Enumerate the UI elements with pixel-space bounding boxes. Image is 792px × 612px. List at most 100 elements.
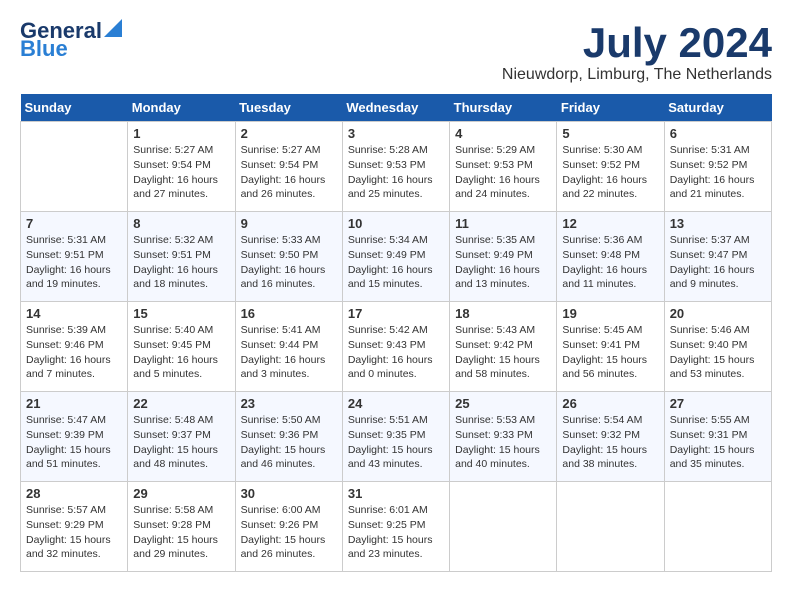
cell-text: Sunrise: 5:54 AMSunset: 9:32 PMDaylight:…	[562, 413, 658, 472]
header-friday: Friday	[557, 94, 664, 122]
page-header: General Blue July 2024 Nieuwdorp, Limbur…	[20, 20, 772, 84]
cell-text: Sunrise: 5:48 AMSunset: 9:37 PMDaylight:…	[133, 413, 229, 472]
day-number: 5	[562, 126, 658, 141]
calendar-cell: 23 Sunrise: 5:50 AMSunset: 9:36 PMDayligh…	[235, 392, 342, 482]
week-row-2: 7 Sunrise: 5:31 AMSunset: 9:51 PMDaylight…	[21, 212, 772, 302]
cell-text: Sunrise: 5:35 AMSunset: 9:49 PMDaylight:…	[455, 233, 551, 292]
cell-text: Sunrise: 5:50 AMSunset: 9:36 PMDaylight:…	[241, 413, 337, 472]
calendar-cell: 16 Sunrise: 5:41 AMSunset: 9:44 PMDayligh…	[235, 302, 342, 392]
calendar-cell: 3 Sunrise: 5:28 AMSunset: 9:53 PMDaylight…	[342, 122, 449, 212]
calendar-cell: 18 Sunrise: 5:43 AMSunset: 9:42 PMDayligh…	[450, 302, 557, 392]
cell-text: Sunrise: 5:57 AMSunset: 9:29 PMDaylight:…	[26, 503, 122, 562]
cell-text: Sunrise: 5:37 AMSunset: 9:47 PMDaylight:…	[670, 233, 766, 292]
header-monday: Monday	[128, 94, 235, 122]
calendar-cell: 10 Sunrise: 5:34 AMSunset: 9:49 PMDayligh…	[342, 212, 449, 302]
calendar-cell: 24Sunrise: 5:51 AMSunset: 9:35 PMDayligh…	[342, 392, 449, 482]
calendar-cell: 1Sunrise: 5:27 AMSunset: 9:54 PMDaylight…	[128, 122, 235, 212]
calendar-cell: 4Sunrise: 5:29 AMSunset: 9:53 PMDaylight…	[450, 122, 557, 212]
calendar-cell: 11 Sunrise: 5:35 AMSunset: 9:49 PMDayligh…	[450, 212, 557, 302]
location-title: Nieuwdorp, Limburg, The Netherlands	[502, 66, 772, 84]
day-number: 30	[241, 486, 337, 501]
day-number: 14	[26, 306, 122, 321]
cell-text: Sunrise: 5:53 AMSunset: 9:33 PMDaylight:…	[455, 413, 551, 472]
cell-text: Sunrise: 5:34 AMSunset: 9:49 PMDaylight:…	[348, 233, 444, 292]
calendar-cell: 2 Sunrise: 5:27 AMSunset: 9:54 PMDaylight…	[235, 122, 342, 212]
calendar-cell: 14Sunrise: 5:39 AMSunset: 9:46 PMDayligh…	[21, 302, 128, 392]
day-number: 25	[455, 396, 551, 411]
calendar-cell	[664, 482, 771, 572]
cell-text: Sunrise: 6:01 AMSunset: 9:25 PMDaylight:…	[348, 503, 444, 562]
cell-text: Sunrise: 5:31 AMSunset: 9:51 PMDaylight:…	[26, 233, 122, 292]
calendar-cell: 12 Sunrise: 5:36 AMSunset: 9:48 PMDayligh…	[557, 212, 664, 302]
week-row-5: 28 Sunrise: 5:57 AMSunset: 9:29 PMDayligh…	[21, 482, 772, 572]
cell-text: Sunrise: 5:58 AMSunset: 9:28 PMDaylight:…	[133, 503, 229, 562]
day-number: 31	[348, 486, 444, 501]
cell-text: Sunrise: 5:40 AMSunset: 9:45 PMDaylight:…	[133, 323, 229, 382]
calendar-cell: 7 Sunrise: 5:31 AMSunset: 9:51 PMDaylight…	[21, 212, 128, 302]
cell-text: Sunrise: 5:28 AMSunset: 9:53 PMDaylight:…	[348, 143, 444, 202]
cell-text: Sunrise: 5:30 AMSunset: 9:52 PMDaylight:…	[562, 143, 658, 202]
calendar-cell: 17 Sunrise: 5:42 AMSunset: 9:43 PMDayligh…	[342, 302, 449, 392]
title-area: July 2024 Nieuwdorp, Limburg, The Nether…	[502, 20, 772, 84]
cell-text: Sunrise: 5:29 AMSunset: 9:53 PMDaylight:…	[455, 143, 551, 202]
header-sunday: Sunday	[21, 94, 128, 122]
calendar-cell: 21Sunrise: 5:47 AMSunset: 9:39 PMDayligh…	[21, 392, 128, 482]
day-number: 20	[670, 306, 766, 321]
cell-text: Sunrise: 5:33 AMSunset: 9:50 PMDaylight:…	[241, 233, 337, 292]
day-number: 15	[133, 306, 229, 321]
day-number: 12	[562, 216, 658, 231]
day-number: 22	[133, 396, 229, 411]
day-number: 26	[562, 396, 658, 411]
day-number: 19	[562, 306, 658, 321]
day-number: 28	[26, 486, 122, 501]
day-number: 9	[241, 216, 337, 231]
day-number: 8	[133, 216, 229, 231]
calendar-cell: 31 Sunrise: 6:01 AMSunset: 9:25 PMDayligh…	[342, 482, 449, 572]
cell-text: Sunrise: 6:00 AMSunset: 9:26 PMDaylight:…	[241, 503, 337, 562]
cell-text: Sunrise: 5:36 AMSunset: 9:48 PMDaylight:…	[562, 233, 658, 292]
cell-text: Sunrise: 5:31 AMSunset: 9:52 PMDaylight:…	[670, 143, 766, 202]
week-row-1: 1 Sunrise: 5:27 AMSunset: 9:54 PMDaylight…	[21, 122, 772, 212]
cell-text: Sunrise: 5:41 AMSunset: 9:44 PMDaylight:…	[241, 323, 337, 382]
calendar-cell: 27Sunrise: 5:55 AMSunset: 9:31 PMDayligh…	[664, 392, 771, 482]
calendar-cell: 19 Sunrise: 5:45 AMSunset: 9:41 PMDayligh…	[557, 302, 664, 392]
day-number: 29	[133, 486, 229, 501]
header-wednesday: Wednesday	[342, 94, 449, 122]
day-number: 7	[26, 216, 122, 231]
calendar-cell	[21, 122, 128, 212]
day-number: 17	[348, 306, 444, 321]
day-number: 16	[241, 306, 337, 321]
calendar-cell: 9 Sunrise: 5:33 AMSunset: 9:50 PMDaylight…	[235, 212, 342, 302]
day-number: 13	[670, 216, 766, 231]
day-number: 27	[670, 396, 766, 411]
day-number: 23	[241, 396, 337, 411]
logo: General Blue	[20, 20, 122, 60]
day-number: 18	[455, 306, 551, 321]
header-row: SundayMondayTuesdayWednesdayThursdayFrid…	[21, 94, 772, 122]
calendar-cell	[557, 482, 664, 572]
logo-blue: Blue	[20, 38, 68, 60]
calendar-cell: 30 Sunrise: 6:00 AMSunset: 9:26 PMDayligh…	[235, 482, 342, 572]
calendar-cell: 5 Sunrise: 5:30 AMSunset: 9:52 PMDaylight…	[557, 122, 664, 212]
cell-text: Sunrise: 5:42 AMSunset: 9:43 PMDaylight:…	[348, 323, 444, 382]
day-number: 6	[670, 126, 766, 141]
day-number: 3	[348, 126, 444, 141]
day-number: 24	[348, 396, 444, 411]
calendar-table: SundayMondayTuesdayWednesdayThursdayFrid…	[20, 94, 772, 572]
cell-text: Sunrise: 5:46 AMSunset: 9:40 PMDaylight:…	[670, 323, 766, 382]
day-number: 2	[241, 126, 337, 141]
calendar-cell	[450, 482, 557, 572]
calendar-cell: 6 Sunrise: 5:31 AMSunset: 9:52 PMDaylight…	[664, 122, 771, 212]
calendar-cell: 13 Sunrise: 5:37 AMSunset: 9:47 PMDayligh…	[664, 212, 771, 302]
cell-text: Sunrise: 5:27 AMSunset: 9:54 PMDaylight:…	[241, 143, 337, 202]
logo-icon	[104, 19, 122, 37]
header-saturday: Saturday	[664, 94, 771, 122]
cell-text: Sunrise: 5:47 AMSunset: 9:39 PMDaylight:…	[26, 413, 122, 472]
calendar-cell: 25 Sunrise: 5:53 AMSunset: 9:33 PMDayligh…	[450, 392, 557, 482]
day-number: 11	[455, 216, 551, 231]
cell-text: Sunrise: 5:43 AMSunset: 9:42 PMDaylight:…	[455, 323, 551, 382]
day-number: 1	[133, 126, 229, 141]
header-tuesday: Tuesday	[235, 94, 342, 122]
cell-text: Sunrise: 5:45 AMSunset: 9:41 PMDaylight:…	[562, 323, 658, 382]
day-number: 10	[348, 216, 444, 231]
